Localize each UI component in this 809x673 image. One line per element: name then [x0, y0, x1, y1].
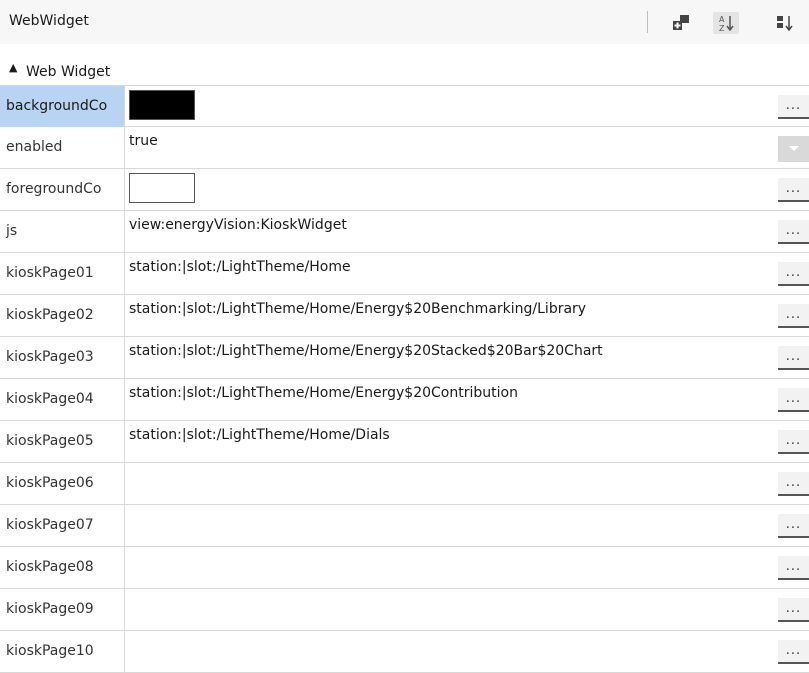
- sort-order-icon: [777, 16, 793, 32]
- property-row[interactable]: kioskPage10...: [0, 631, 809, 673]
- ellipsis-button[interactable]: ...: [778, 178, 809, 202]
- property-name[interactable]: kioskPage04: [0, 379, 125, 420]
- property-name[interactable]: js: [0, 211, 125, 252]
- property-name[interactable]: kioskPage03: [0, 337, 125, 378]
- property-row[interactable]: backgroundCo...: [0, 85, 809, 127]
- property-value[interactable]: true: [129, 133, 158, 149]
- property-name[interactable]: kioskPage10: [0, 631, 125, 672]
- ellipsis-button[interactable]: ...: [778, 262, 809, 286]
- color-swatch[interactable]: [129, 173, 195, 203]
- section-label: Web Widget: [26, 64, 111, 80]
- property-row[interactable]: kioskPage04 station:|slot:/LightTheme/Hom…: [0, 379, 809, 421]
- property-name[interactable]: kioskPage01: [0, 253, 125, 294]
- ellipsis-button[interactable]: ...: [778, 346, 809, 370]
- svg-text:A: A: [719, 15, 725, 24]
- property-value[interactable]: station:|slot:/LightTheme/Home/Energy$20…: [129, 301, 586, 317]
- ellipsis-button[interactable]: ...: [778, 598, 809, 622]
- property-row[interactable]: js view:energyVision:KioskWidget...: [0, 211, 809, 253]
- property-value[interactable]: station:|slot:/LightTheme/Home: [129, 259, 351, 275]
- ellipsis-button[interactable]: ...: [778, 220, 809, 244]
- dropdown-button[interactable]: [778, 136, 809, 162]
- property-name[interactable]: enabled: [0, 127, 125, 168]
- property-grid: backgroundCo... enabled true foregroundCo..…: [0, 85, 809, 673]
- property-value[interactable]: view:energyVision:KioskWidget: [129, 217, 347, 233]
- property-name[interactable]: kioskPage09: [0, 589, 125, 630]
- ellipsis-button[interactable]: ...: [778, 640, 809, 664]
- ellipsis-button[interactable]: ...: [778, 556, 809, 580]
- property-row[interactable]: foregroundCo...: [0, 169, 809, 211]
- property-name[interactable]: foregroundCo: [0, 169, 125, 210]
- property-row[interactable]: enabled true: [0, 127, 809, 169]
- sort-az-button[interactable]: A Z: [713, 12, 739, 34]
- property-name[interactable]: kioskPage06: [0, 463, 125, 504]
- property-row[interactable]: kioskPage01 station:|slot:/LightTheme/Hom…: [0, 253, 809, 295]
- ellipsis-button[interactable]: ...: [778, 514, 809, 538]
- ellipsis-button[interactable]: ...: [778, 95, 809, 119]
- property-row[interactable]: kioskPage06...: [0, 463, 809, 505]
- property-row[interactable]: kioskPage09...: [0, 589, 809, 631]
- sort-az-icon: A Z: [719, 15, 734, 33]
- property-name[interactable]: backgroundCo: [0, 86, 125, 127]
- collapse-arrow-icon[interactable]: ▲: [9, 61, 17, 74]
- property-row[interactable]: kioskPage08...: [0, 547, 809, 589]
- ellipsis-button[interactable]: ...: [778, 388, 809, 412]
- ellipsis-button[interactable]: ...: [778, 472, 809, 496]
- ellipsis-button[interactable]: ...: [778, 304, 809, 328]
- property-name[interactable]: kioskPage02: [0, 295, 125, 336]
- window-title: WebWidget: [9, 13, 89, 29]
- property-row[interactable]: kioskPage05 station:|slot:/LightTheme/Hom…: [0, 421, 809, 463]
- property-value[interactable]: station:|slot:/LightTheme/Home/Dials: [129, 427, 390, 443]
- property-name[interactable]: kioskPage08: [0, 547, 125, 588]
- property-name[interactable]: kioskPage05: [0, 421, 125, 462]
- ellipsis-button[interactable]: ...: [778, 430, 809, 454]
- add-slot-icon: [673, 15, 689, 30]
- svg-text:Z: Z: [719, 24, 725, 33]
- property-row[interactable]: kioskPage02 station:|slot:/LightTheme/Hom…: [0, 295, 809, 337]
- property-value[interactable]: station:|slot:/LightTheme/Home/Energy$20…: [129, 343, 603, 359]
- color-swatch[interactable]: [129, 90, 195, 120]
- property-value[interactable]: station:|slot:/LightTheme/Home/Energy$20…: [129, 385, 518, 401]
- toolbar-header: WebWidget A Z: [0, 0, 809, 44]
- sort-order-button[interactable]: [772, 12, 798, 34]
- property-name[interactable]: kioskPage07: [0, 505, 125, 546]
- section-header-web-widget[interactable]: ▲ Web Widget: [0, 61, 809, 85]
- add-slot-button[interactable]: [668, 12, 694, 34]
- property-row[interactable]: kioskPage07...: [0, 505, 809, 547]
- toolbar-divider: [647, 11, 648, 33]
- property-row[interactable]: kioskPage03 station:|slot:/LightTheme/Hom…: [0, 337, 809, 379]
